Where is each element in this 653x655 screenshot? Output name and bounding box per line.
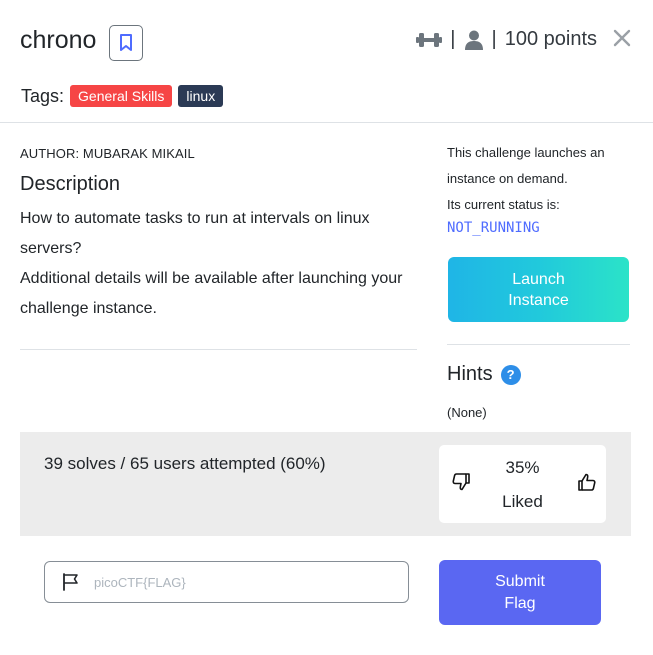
divider xyxy=(20,349,417,350)
liked-label: Liked xyxy=(502,492,543,511)
thumbs-up-icon[interactable] xyxy=(578,473,596,491)
meta-separator: | xyxy=(491,28,497,50)
hints-title: Hints xyxy=(447,363,493,385)
tag-linux[interactable]: linux xyxy=(178,85,224,107)
challenge-meta: | | 100 points xyxy=(416,28,597,51)
launch-label: Launch xyxy=(512,270,565,288)
description-text: How to automate tasks to run at interval… xyxy=(20,204,417,324)
stats-band: 39 solves / 65 users attempted (60%) 35%… xyxy=(20,432,631,536)
launch-instance-button[interactable]: Launch Instance xyxy=(448,257,629,322)
description-section: AUTHOR: MUBARAK MIKAIL Description How t… xyxy=(20,146,417,324)
challenge-header: chrono | | 100 points Tags: General Skil… xyxy=(0,0,653,123)
bookmark-button[interactable] xyxy=(109,25,143,61)
meta-separator: | xyxy=(450,28,456,50)
submit-flag-button[interactable]: Submit Flag xyxy=(439,560,601,625)
submit-label: Submit xyxy=(495,572,545,590)
description-line: Additional details will be available aft… xyxy=(20,270,403,317)
challenge-title: chrono xyxy=(20,26,97,54)
tags-row: Tags: General Skills linux xyxy=(21,85,224,107)
like-card: 35% Liked xyxy=(439,445,606,523)
submit-label: Flag xyxy=(504,594,536,612)
bookmark-icon xyxy=(120,34,132,51)
instance-info: This challenge launches an instance on d… xyxy=(447,145,605,186)
close-icon[interactable] xyxy=(612,28,632,48)
solves-text: 39 solves / 65 users attempted (60%) xyxy=(44,454,326,473)
description-line: How to automate tasks to run at interval… xyxy=(20,210,370,257)
dumbbell-icon xyxy=(416,32,443,47)
flag-icon xyxy=(63,573,78,591)
hints-heading: Hints ? xyxy=(447,363,521,386)
description-heading: Description xyxy=(20,173,121,195)
instance-panel: This challenge launches an instance on d… xyxy=(447,140,630,236)
launch-label: Instance xyxy=(508,291,569,309)
help-icon[interactable]: ? xyxy=(500,364,521,385)
divider xyxy=(447,344,630,345)
flag-input-container[interactable] xyxy=(44,561,409,603)
author-label: AUTHOR: MUBARAK MIKAIL xyxy=(20,146,195,161)
tag-general-skills[interactable]: General Skills xyxy=(70,85,173,107)
user-icon xyxy=(464,30,483,50)
instance-status-label: Its current status is: xyxy=(447,197,560,212)
tags-label: Tags: xyxy=(21,85,65,106)
hints-value: (None) xyxy=(447,405,487,420)
points-label: 100 points xyxy=(504,28,597,50)
flag-input[interactable] xyxy=(94,574,394,590)
instance-status: NOT_RUNNING xyxy=(447,220,540,236)
